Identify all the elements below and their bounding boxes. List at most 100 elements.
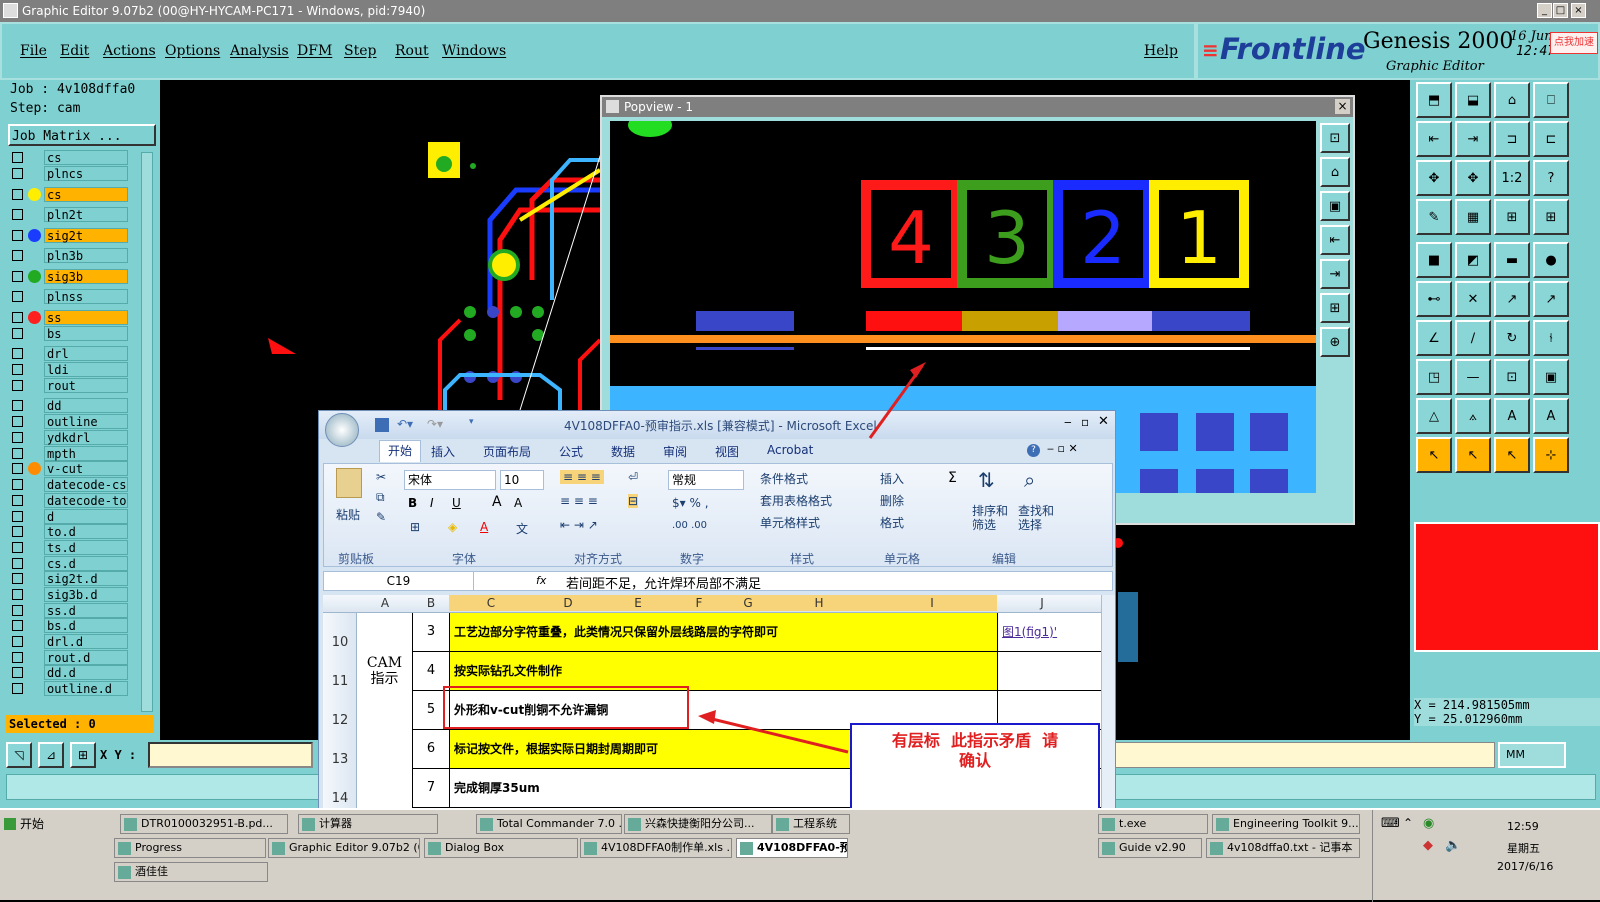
layer-row-datecode-cs[interactable]: datecode-cs [8,477,128,492]
layer-row-outline.d[interactable]: outline.d [8,681,128,696]
layer-checkbox[interactable] [12,312,23,323]
popview-close-button[interactable]: × [1335,99,1350,114]
layer-checkbox[interactable] [12,230,23,241]
ribbon-tab-5[interactable]: 数据 [611,443,635,460]
layer-row-sig2t[interactable]: sig2t [8,228,128,243]
redo-icon[interactable]: ↷▾ [427,417,443,431]
tool-icon-8[interactable]: ⊏ [1533,121,1569,157]
sort-filter-icon[interactable]: ⇅ [978,468,995,492]
tool-icon-3[interactable]: ⌂ [1494,82,1530,118]
tool-icon-5[interactable]: ⇤ [1416,121,1452,157]
tool-icon-23[interactable]: ↗ [1494,281,1530,317]
close-button[interactable]: × [1571,3,1586,18]
layer-row-cs[interactable]: cs [8,150,128,165]
tool-icon-27[interactable]: ↻ [1494,320,1530,356]
undo-icon[interactable]: ↶▾ [397,417,413,431]
taskbar-item[interactable]: Guide v2.90 [1098,838,1202,858]
tool-icon-32[interactable]: ▣ [1533,359,1569,395]
layer-checkbox[interactable] [12,189,23,200]
popview-tool-icon[interactable]: ⊡ [1320,123,1350,153]
layer-row-sig2t.d[interactable]: sig2t.d [8,571,128,586]
layer-checkbox[interactable] [12,479,23,490]
layer-row-outline[interactable]: outline [8,414,128,429]
tool-icon-15[interactable]: ⊞ [1494,199,1530,235]
tool-icon-12[interactable]: ? [1533,160,1569,196]
tool-icon-1[interactable]: ⬒ [1416,82,1452,118]
tool-icon-13[interactable]: ✎ [1416,199,1452,235]
taskbar-item[interactable]: 计算器 [298,814,438,834]
align-middle-icon[interactable]: ≡ ≡ ≡ [560,470,604,484]
autosum-icon[interactable]: Σ [948,470,957,486]
layer-checkbox[interactable] [12,605,23,616]
menu-help[interactable]: Help [1144,43,1178,59]
layer-checkbox[interactable] [12,152,23,163]
layer-row-plnss[interactable]: plnss [8,289,128,304]
column-header[interactable]: E [603,595,673,611]
sort-filter-button[interactable]: 排序和 筛选 [972,504,1008,532]
tool-icon-2[interactable]: ⬓ [1455,82,1491,118]
layer-row-rout[interactable]: rout [8,378,128,393]
merge-center-icon[interactable]: ⊟ [628,494,639,508]
layer-checkbox[interactable] [12,542,23,553]
excel-close[interactable]: ✕ [1098,414,1109,429]
xy-input[interactable] [148,742,313,768]
menu-edit[interactable]: Edit [60,43,89,59]
name-box[interactable]: C19 [324,572,474,590]
layer-checkbox[interactable] [12,168,23,179]
align-left-icon[interactable]: ≡ ≡ ≡ [560,494,598,508]
wrap-text-icon[interactable]: ⏎ [628,470,638,484]
tool-icon-26[interactable]: ∕ [1455,320,1491,356]
unit-selector[interactable]: MM [1498,742,1566,768]
column-header[interactable]: C [449,595,533,611]
taskbar-item[interactable]: t.exe [1098,814,1208,834]
layer-checkbox[interactable] [12,620,23,631]
taskbar-item[interactable]: Progress [114,838,266,858]
layer-checkbox[interactable] [12,209,23,220]
layer-row-ss.d[interactable]: ss.d [8,603,128,618]
layer-row-to.d[interactable]: to.d [8,524,128,539]
row-header[interactable]: 14 [323,791,357,806]
tool-icon-37[interactable]: ↖ [1416,437,1452,473]
layer-row-pln2t[interactable]: pln2t [8,207,128,222]
fx-icon[interactable]: fx [536,574,546,587]
layer-row-dd.d[interactable]: dd.d [8,665,128,680]
tool-icon-4[interactable]: ⎕ [1533,82,1569,118]
clock-time[interactable]: 12:59 [1507,820,1539,833]
popview-tool-icon[interactable]: ⊕ [1320,327,1350,357]
layer-row-ldi[interactable]: ldi [8,362,128,377]
tool-icon-19[interactable]: ▬ [1494,242,1530,278]
tool-icon-38[interactable]: ↖ [1455,437,1491,473]
job-matrix-button[interactable]: Job Matrix ... [8,124,156,146]
tool-icon-29[interactable]: ◳ [1416,359,1452,395]
quick-access-menu-icon[interactable]: ▾ [469,417,474,427]
font-size-select[interactable]: 10 [500,470,544,490]
help-icon[interactable]: ? [1027,444,1040,457]
fill-color-icon[interactable]: ◈ [448,520,457,534]
tool-icon-21[interactable]: ⊷ [1416,281,1452,317]
row-header[interactable]: 11 [323,674,357,689]
network-icon[interactable]: ◉ [1423,816,1434,831]
row-header[interactable]: 13 [323,752,357,767]
clock-weekday[interactable]: 星期五 [1507,840,1540,856]
layer-checkbox[interactable] [12,683,23,694]
minimize-button[interactable]: _ [1537,3,1552,18]
tool-icon-28[interactable]: ⫮ [1533,320,1569,356]
layer-checkbox[interactable] [12,380,23,391]
layer-row-ts.d[interactable]: ts.d [8,540,128,555]
taskbar-item[interactable]: 4V108DFFA0-预审 [736,838,848,858]
ribbon-tab-4[interactable]: 公式 [559,443,583,460]
layer-row-sig3b[interactable]: sig3b [8,269,128,284]
taskbar-item[interactable]: 工程系统 [772,814,850,834]
find-select-button[interactable]: 查找和 选择 [1018,504,1054,532]
layer-row-d[interactable]: d [8,509,128,524]
tool-icon-22[interactable]: ✕ [1455,281,1491,317]
layer-row-sig3b.d[interactable]: sig3b.d [8,587,128,602]
find-select-icon[interactable]: ⌕ [1024,468,1035,492]
tool-icon-30[interactable]: — [1455,359,1491,395]
layer-checkbox[interactable] [12,573,23,584]
tool-icon-34[interactable]: ⟑ [1455,398,1491,434]
layer-checkbox[interactable] [12,291,23,302]
menu-analysis[interactable]: Analysis [230,43,289,59]
layer-checkbox[interactable] [12,250,23,261]
tool-icon-10[interactable]: ✥ [1455,160,1491,196]
